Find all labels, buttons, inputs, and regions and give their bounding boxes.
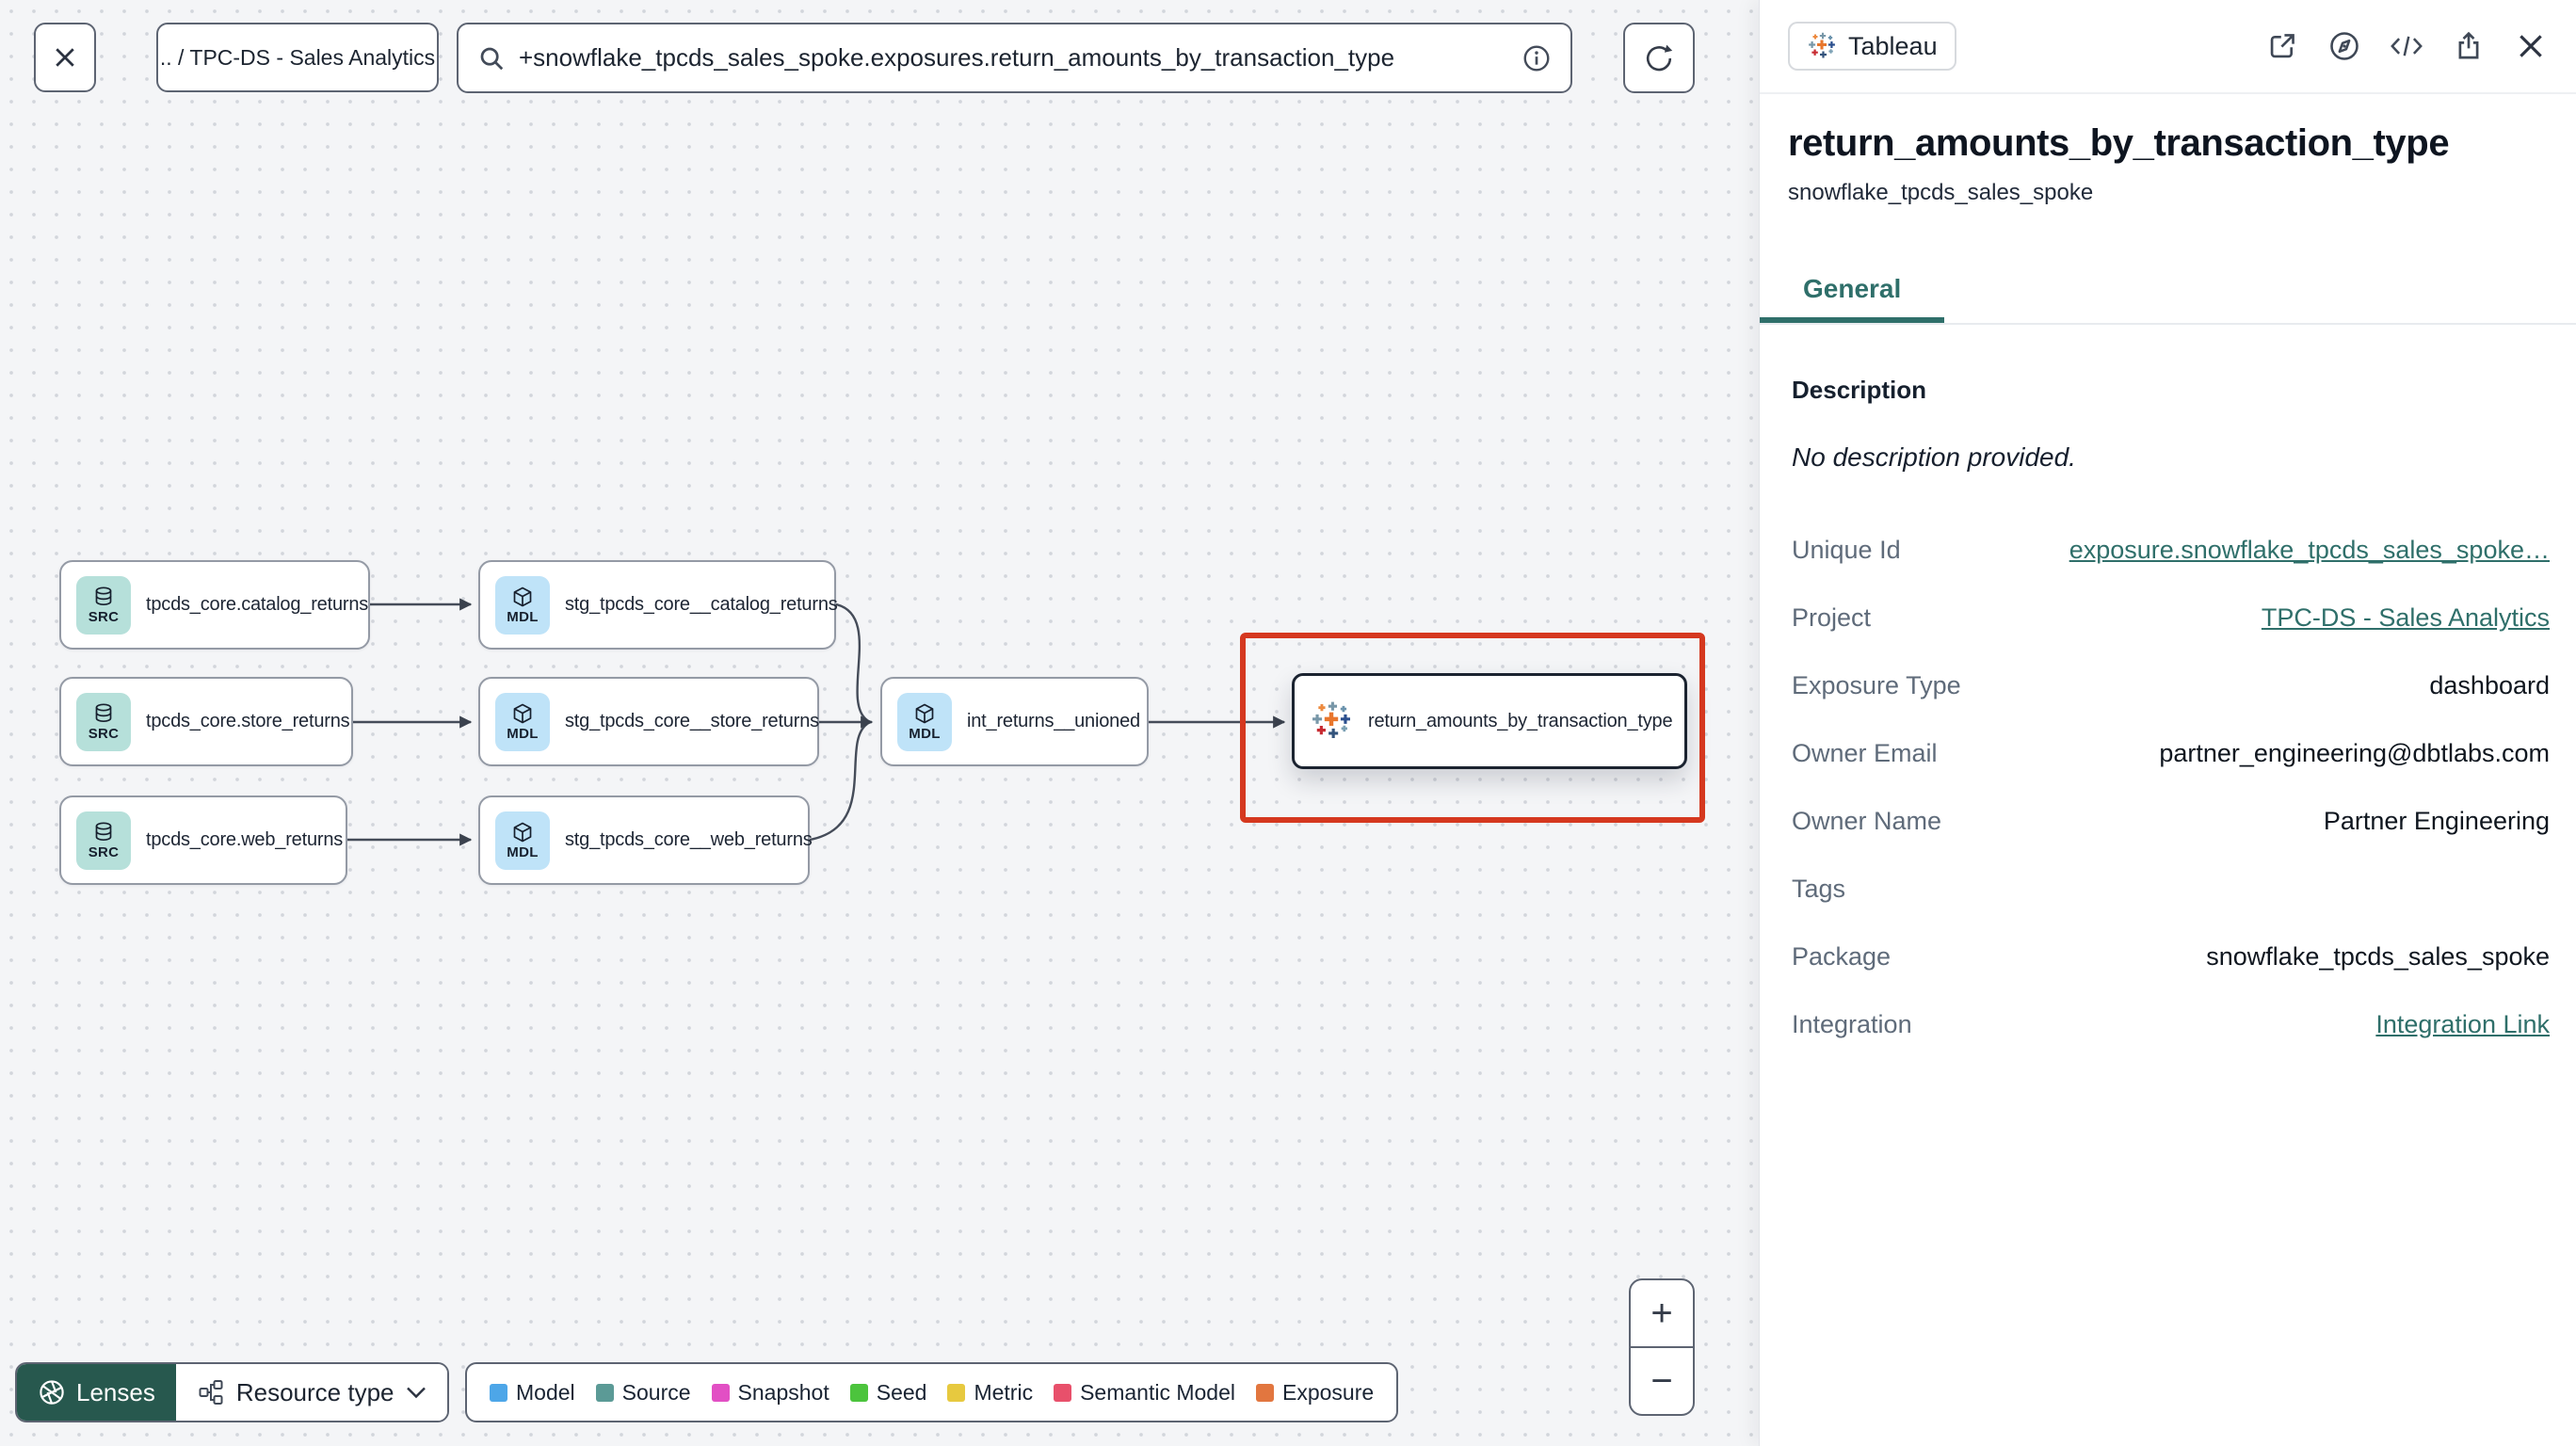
package-subtitle: snowflake_tpcds_sales_spoke [1788,180,2094,205]
open-external-button[interactable] [2265,29,2299,63]
legend-item: Snapshot [711,1380,829,1406]
detail-rows: Unique Id exposure.snowflake_tpcds_sales… [1792,516,2550,1058]
lenses-button[interactable]: Lenses [17,1364,176,1421]
node-model-stg-store-returns[interactable]: MDL stg_tpcds_core__store_returns [478,677,819,766]
detail-row-exposure-type: Exposure Type dashboard [1792,670,2550,699]
panel-action-icons [2265,29,2548,63]
external-link-icon [2270,34,2294,58]
zoom-out-button[interactable]: − [1631,1348,1693,1414]
legend-swatch [711,1383,730,1402]
node-source-store-returns[interactable]: SRC tpcds_core.store_returns [59,677,353,766]
zoom-in-button[interactable]: + [1631,1280,1693,1348]
legend-swatch [1054,1383,1072,1402]
refresh-button[interactable] [1623,23,1695,93]
detail-row-project: Project TPC-DS - Sales Analytics [1792,602,2550,632]
node-exposure-return-amounts[interactable]: return_amounts_by_transaction_type [1292,673,1687,769]
resource-type-legend: Model Source Snapshot Seed Metric Semant… [465,1362,1399,1422]
search-input[interactable] [519,43,1508,72]
legend-swatch [947,1383,966,1402]
source-icon: SRC [76,692,131,751]
node-source-web-returns[interactable]: SRC tpcds_core.web_returns [59,795,347,885]
close-lineage-button[interactable] [34,23,96,92]
node-label: tpcds_core.web_returns [146,829,344,850]
page-title: return_amounts_by_transaction_type [1788,122,2450,164]
aperture-icon [40,1380,64,1405]
chevron-down-icon [406,1387,426,1399]
description-empty-text: No description provided. [1792,442,2076,472]
resource-type-label: Resource type [235,1377,394,1406]
node-source-catalog-returns[interactable]: SRC tpcds_core.catalog_returns [59,560,370,650]
detail-row-owner-email: Owner Email partner_engineering@dbtlabs.… [1792,738,2550,767]
breadcrumb[interactable]: .. / TPC-DS - Sales Analytics [156,23,439,92]
node-label: tpcds_core.catalog_returns [146,594,369,615]
search-icon [480,47,504,70]
legend-item: Semantic Model [1054,1380,1235,1406]
close-icon [56,48,74,67]
unique-id-link[interactable]: exposure.snowflake_tpcds_sales_spoke… [2069,536,2550,564]
legend-item: Seed [849,1380,926,1406]
project-link[interactable]: TPC-DS - Sales Analytics [2262,603,2550,632]
node-label: int_returns__unioned [967,711,1140,731]
legend-item: Exposure [1256,1380,1374,1406]
close-icon [2520,35,2542,57]
detail-row-unique-id: Unique Id exposure.snowflake_tpcds_sales… [1792,535,2550,564]
legend-swatch [490,1383,507,1402]
lenses-label: Lenses [76,1377,155,1406]
node-model-stg-catalog-returns[interactable]: MDL stg_tpcds_core__catalog_returns [478,560,838,650]
lineage-search[interactable] [457,23,1572,93]
explore-button[interactable] [2327,29,2361,63]
integration-link[interactable]: Integration Link [2375,1010,2550,1038]
model-icon: MDL [495,811,550,870]
panel-title-block: return_amounts_by_transaction_type snowf… [1760,94,2576,206]
description-heading: Description [1792,376,1927,404]
info-icon[interactable] [1521,43,1552,73]
legend-swatch [595,1383,614,1402]
node-label: tpcds_core.store_returns [146,711,350,731]
details-panel-header: Tableau [1760,0,2576,94]
detail-row-tags: Tags [1792,874,1846,903]
panel-content: Description No description provided. Uni… [1760,325,2576,1058]
model-icon: MDL [897,692,952,751]
node-model-stg-web-returns[interactable]: MDL stg_tpcds_core__web_returns [478,795,813,885]
tableau-logo-icon [1807,31,1837,61]
node-label: stg_tpcds_core__web_returns [565,829,813,850]
details-panel: Tableau return_amounts_by_transaction_ty… [1759,0,2576,1446]
model-icon: MDL [495,575,550,635]
source-icon: SRC [76,811,131,870]
source-icon: SRC [76,575,131,635]
detail-row-package: Package snowflake_tpcds_sales_spoke [1792,941,2550,971]
legend-item: Metric [947,1380,1033,1406]
close-panel-button[interactable] [2514,29,2548,63]
tableau-logo-icon [1310,699,1353,743]
panel-tabs: General [1760,259,2576,325]
node-label: return_amounts_by_transaction_type [1368,710,1673,731]
tableau-badge-label: Tableau [1848,31,1938,60]
node-label: stg_tpcds_core__catalog_returns [565,594,838,615]
zoom-controls: + − [1629,1278,1695,1416]
tableau-badge: Tableau [1788,22,1956,71]
legend-swatch [849,1383,868,1402]
detail-row-owner-name: Owner Name Partner Engineering [1792,806,2550,835]
share-button[interactable] [2452,29,2486,63]
breadcrumb-label: .. / TPC-DS - Sales Analytics [159,44,436,70]
resource-type-dropdown[interactable]: Resource type [175,1364,447,1421]
code-button[interactable] [2390,29,2423,63]
node-label: stg_tpcds_core__store_returns [565,711,819,731]
refresh-icon [1646,44,1673,71]
code-icon [2391,36,2423,56]
resource-type-icon [199,1380,223,1405]
node-model-int-returns-unioned[interactable]: MDL int_returns__unioned [880,677,1149,766]
legend-item: Source [595,1380,691,1406]
legend-swatch [1256,1383,1274,1402]
tab-general[interactable]: General [1760,259,1945,323]
compass-icon [2330,32,2359,60]
model-icon: MDL [495,692,550,751]
lenses-toolbar: Lenses Resource type [15,1362,449,1422]
share-icon [2458,31,2479,59]
legend-item: Model [490,1380,575,1406]
detail-row-integration: Integration Integration Link [1792,1009,2550,1038]
